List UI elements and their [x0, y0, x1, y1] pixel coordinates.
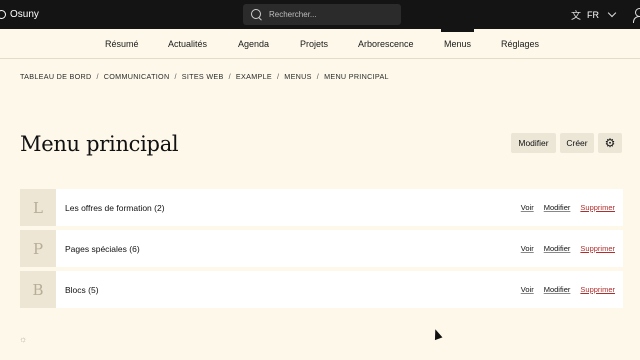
chevron-down-icon — [607, 8, 617, 18]
osuny-logo-icon — [0, 10, 6, 19]
nav-item-resume[interactable]: Résumé — [105, 29, 139, 59]
breadcrumb-item-dashboard[interactable]: TABLEAU DE BORD — [20, 72, 91, 81]
nav-item-arborescence[interactable]: Arborescence — [358, 29, 414, 59]
view-link[interactable]: Voir — [521, 203, 534, 212]
section-nav: Résumé Actualités Agenda Projets Arbores… — [0, 29, 640, 59]
delete-link[interactable]: Supprimer — [580, 285, 615, 294]
breadcrumb-separator: / — [276, 72, 280, 81]
translate-icon: 文 — [571, 11, 581, 22]
nav-item-reglages[interactable]: Réglages — [501, 29, 539, 59]
mouse-cursor-icon — [431, 327, 443, 341]
nav-item-menus[interactable]: Menus — [440, 29, 475, 59]
menu-items-list: L Les offres de formation (2) Voir Modif… — [20, 189, 623, 312]
top-bar: Osuny 文 FR — [0, 0, 640, 29]
language-selector[interactable]: 文 FR — [571, 0, 617, 29]
brand-name: Osuny — [10, 9, 39, 20]
breadcrumb: TABLEAU DE BORD / COMMUNICATION / SITES … — [20, 72, 389, 81]
item-letter-badge: L — [20, 189, 56, 226]
footer-sun-icon[interactable]: ☼ — [19, 334, 27, 344]
breadcrumb-separator: / — [316, 72, 320, 81]
breadcrumb-item-menus[interactable]: MENUS — [284, 72, 311, 81]
view-link[interactable]: Voir — [521, 244, 534, 253]
breadcrumb-item-communication[interactable]: COMMUNICATION — [104, 72, 170, 81]
list-item: P Pages spéciales (6) Voir Modifier Supp… — [20, 230, 623, 267]
nav-item-agenda[interactable]: Agenda — [238, 29, 269, 59]
breadcrumb-separator: / — [96, 72, 99, 81]
breadcrumb-item-example[interactable]: EXAMPLE — [236, 72, 272, 81]
settings-button[interactable]: ⚙ — [598, 133, 622, 153]
breadcrumb-separator: / — [228, 72, 231, 81]
row-actions: Voir Modifier Supprimer — [521, 244, 615, 253]
nav-item-projets[interactable]: Projets — [300, 29, 328, 59]
list-item: B Blocs (5) Voir Modifier Supprimer — [20, 271, 623, 308]
page-actions: Modifier Créer ⚙ — [511, 133, 622, 153]
language-label: FR — [587, 9, 599, 20]
search-box[interactable] — [243, 4, 401, 25]
modify-button[interactable]: Modifier — [511, 133, 556, 153]
edit-link[interactable]: Modifier — [544, 203, 571, 212]
delete-link[interactable]: Supprimer — [580, 244, 615, 253]
edit-link[interactable]: Modifier — [544, 285, 571, 294]
list-item: L Les offres de formation (2) Voir Modif… — [20, 189, 623, 226]
user-icon[interactable] — [633, 8, 640, 23]
search-icon — [251, 9, 262, 20]
row-actions: Voir Modifier Supprimer — [521, 203, 615, 212]
view-link[interactable]: Voir — [521, 285, 534, 294]
item-title: Blocs (5) — [65, 284, 99, 295]
delete-link[interactable]: Supprimer — [580, 203, 615, 212]
item-title: Pages spéciales (6) — [65, 243, 140, 254]
search-input[interactable] — [269, 10, 389, 19]
nav-item-actualites[interactable]: Actualités — [168, 29, 207, 59]
item-letter-badge: P — [20, 230, 56, 267]
breadcrumb-separator: / — [174, 72, 177, 81]
item-letter-badge: B — [20, 271, 56, 308]
brand[interactable]: Osuny — [0, 0, 39, 29]
item-title: Les offres de formation (2) — [65, 202, 165, 213]
gear-icon: ⚙ — [604, 136, 616, 150]
create-button[interactable]: Créer — [560, 133, 594, 153]
page-title: Menu principal — [20, 132, 179, 156]
edit-link[interactable]: Modifier — [544, 244, 571, 253]
breadcrumb-item-current: MENU PRINCIPAL — [324, 72, 389, 81]
row-actions: Voir Modifier Supprimer — [521, 285, 615, 294]
breadcrumb-item-sites[interactable]: SITES WEB — [182, 72, 224, 81]
